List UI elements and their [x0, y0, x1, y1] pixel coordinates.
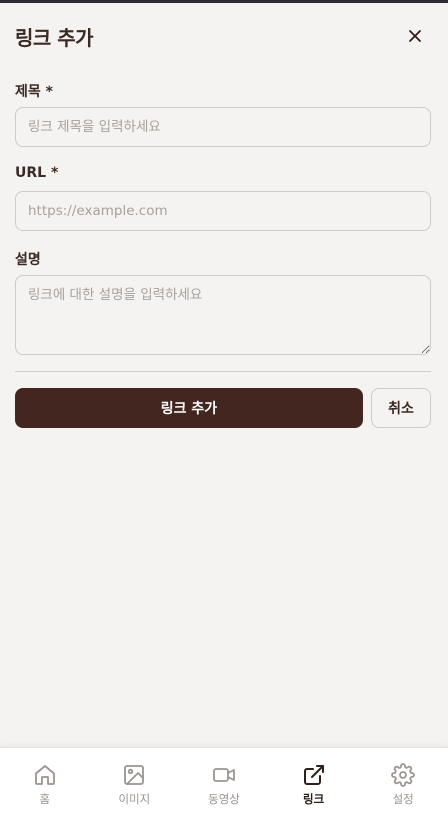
video-icon [213, 767, 235, 782]
nav-item-settings[interactable]: 설정 [363, 753, 443, 817]
cancel-button[interactable]: 취소 [371, 388, 431, 428]
image-icon [124, 764, 145, 785]
gear-icon [391, 762, 416, 787]
add-link-button[interactable]: 링크 추가 [15, 388, 363, 428]
close-icon [409, 30, 421, 42]
nav-label-settings: 설정 [392, 791, 414, 806]
bottom-nav: 홈 이미지 동영상 링크 설정 [0, 747, 448, 821]
nav-item-link[interactable]: 링크 [274, 753, 354, 817]
external-link-icon [303, 764, 324, 785]
description-label: 설명 [15, 252, 41, 268]
url-label: URL * [15, 165, 59, 181]
title-label: 제목 * [15, 84, 53, 100]
nav-label-video: 동영상 [208, 791, 240, 806]
page-title: 링크 추가 [15, 25, 94, 50]
divider [15, 371, 431, 372]
url-input[interactable] [15, 191, 431, 231]
nav-item-video[interactable]: 동영상 [184, 753, 264, 817]
description-textarea[interactable] [15, 275, 431, 355]
nav-label-home: 홈 [39, 791, 51, 806]
nav-item-home[interactable]: 홈 [5, 753, 85, 817]
nav-label-link: 링크 [302, 791, 325, 806]
nav-item-image[interactable]: 이미지 [94, 753, 174, 817]
home-icon [34, 764, 55, 785]
modal-header: 링크 추가 [0, 3, 448, 69]
close-button[interactable] [400, 21, 430, 51]
title-input[interactable] [15, 107, 431, 147]
nav-label-image: 이미지 [118, 791, 151, 806]
